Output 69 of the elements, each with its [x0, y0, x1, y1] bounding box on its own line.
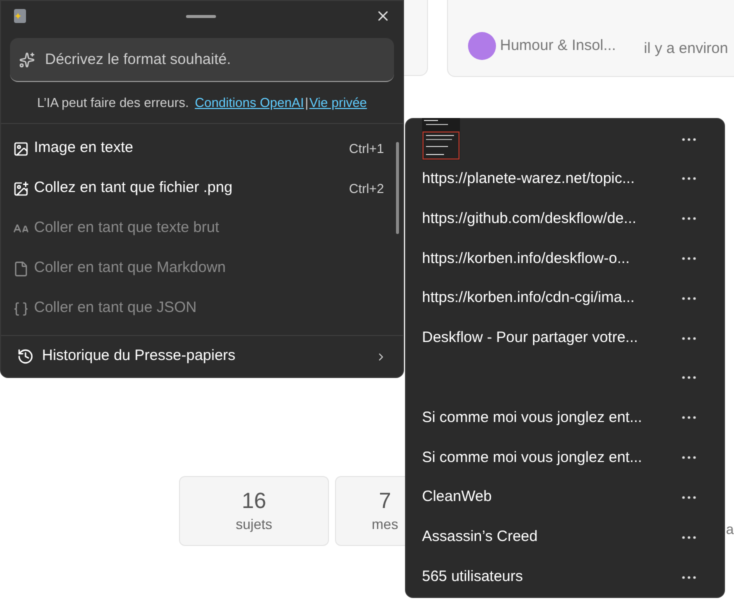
menu-item[interactable]: Collez en tant que fichier .png Ctrl+2 — [1, 168, 396, 208]
clipboard-item[interactable]: Si comme moi vous jonglez ent... — [406, 398, 724, 438]
ellipsis-icon — [682, 376, 696, 380]
history-item[interactable]: Historique du Presse-papiers — [1, 335, 403, 377]
clip-text: CleanWeb — [422, 488, 492, 506]
clipboard-item[interactable]: https://korben.info/deskflow-o... — [406, 238, 724, 278]
more-button[interactable] — [682, 456, 696, 460]
privacy-link[interactable]: Vie privée — [309, 93, 367, 112]
prompt-field[interactable]: Décrivez le format souhaité. — [10, 38, 394, 82]
clipboard-item[interactable]: Si comme moi vous jonglez ent... — [406, 438, 724, 478]
stat-value: 16 — [242, 486, 266, 514]
ellipsis-icon — [682, 576, 696, 579]
clip-text: Deskflow - Pour partager votre... — [422, 329, 638, 346]
clipboard-item[interactable]: https://planete-warez.net/topic... — [406, 159, 724, 199]
clip-text: Si comme moi vous jonglez ent... — [422, 408, 642, 426]
clip-text: 565 utilisateurs — [422, 568, 523, 586]
ellipsis-icon — [682, 336, 696, 340]
link-separator: | — [304, 94, 308, 112]
sparkle-icon — [19, 52, 35, 68]
clip-text: Assassin’s Creed — [422, 528, 538, 546]
more-button[interactable] — [682, 177, 696, 180]
avatar — [468, 32, 496, 60]
scrollbar[interactable] — [396, 142, 399, 234]
clipboard-item[interactable]: Assassin’s Creed — [406, 517, 724, 558]
clipboard-item[interactable]: https://github.com/deskflow/de... — [406, 198, 724, 239]
clipboard-item[interactable]: Deskflow - Pour partager votre... — [406, 318, 724, 358]
text-fragment: a — [726, 520, 734, 539]
clip-text: https://github.com/deskflow/de... — [422, 210, 636, 227]
ellipsis-icon — [682, 257, 696, 260]
menu-item[interactable]: Image en texte Ctrl+1 — [1, 128, 396, 168]
stat-label: mes — [372, 515, 398, 534]
ellipsis-icon — [682, 456, 696, 460]
more-button[interactable] — [682, 536, 696, 539]
post-time: il y a environ — [644, 38, 728, 58]
ellipsis-icon — [682, 496, 696, 499]
more-button[interactable] — [682, 336, 696, 340]
ellipsis-icon — [682, 177, 696, 180]
more-button[interactable] — [682, 376, 696, 380]
more-button[interactable] — [682, 416, 696, 420]
ellipsis-icon — [682, 296, 696, 300]
more-button[interactable] — [682, 217, 696, 220]
image-icon — [13, 140, 29, 156]
app-icon — [13, 8, 27, 24]
ellipsis-icon — [682, 536, 696, 539]
more-button[interactable] — [682, 257, 696, 260]
clipboard-item[interactable]: https://korben.info/cdn-cgi/ima... — [406, 278, 724, 318]
file-icon — [13, 260, 29, 276]
terms-link[interactable]: Conditions OpenAI — [194, 93, 304, 112]
clip-text: https://planete-warez.net/topic... — [422, 170, 635, 187]
drag-handle[interactable] — [186, 14, 216, 18]
more-button[interactable] — [682, 496, 696, 499]
braces-icon — [13, 300, 29, 316]
clip-text: https://korben.info/deskflow-o... — [422, 250, 630, 267]
more-button[interactable] — [682, 138, 696, 140]
history-icon — [17, 348, 34, 365]
category-name: Humour & Insol... — [500, 36, 616, 56]
disclaimer: L’IA peut faire des erreurs. — [37, 94, 189, 112]
more-button[interactable] — [682, 576, 696, 579]
clip-text: Si comme moi vous jonglez ent... — [422, 448, 642, 466]
ellipsis-icon — [682, 416, 696, 420]
clipboard-item[interactable]: 565 utilisateurs — [406, 557, 724, 597]
clipboard-item[interactable]: CleanWeb — [406, 478, 724, 518]
stat-value: 7 — [378, 486, 392, 514]
image-icon — [13, 180, 29, 196]
stat-label: sujets — [236, 515, 272, 534]
ellipsis-icon — [682, 138, 696, 140]
ellipsis-icon — [682, 217, 696, 220]
clip-text: https://korben.info/cdn-cgi/ima... — [422, 289, 635, 306]
more-button[interactable] — [682, 296, 696, 300]
